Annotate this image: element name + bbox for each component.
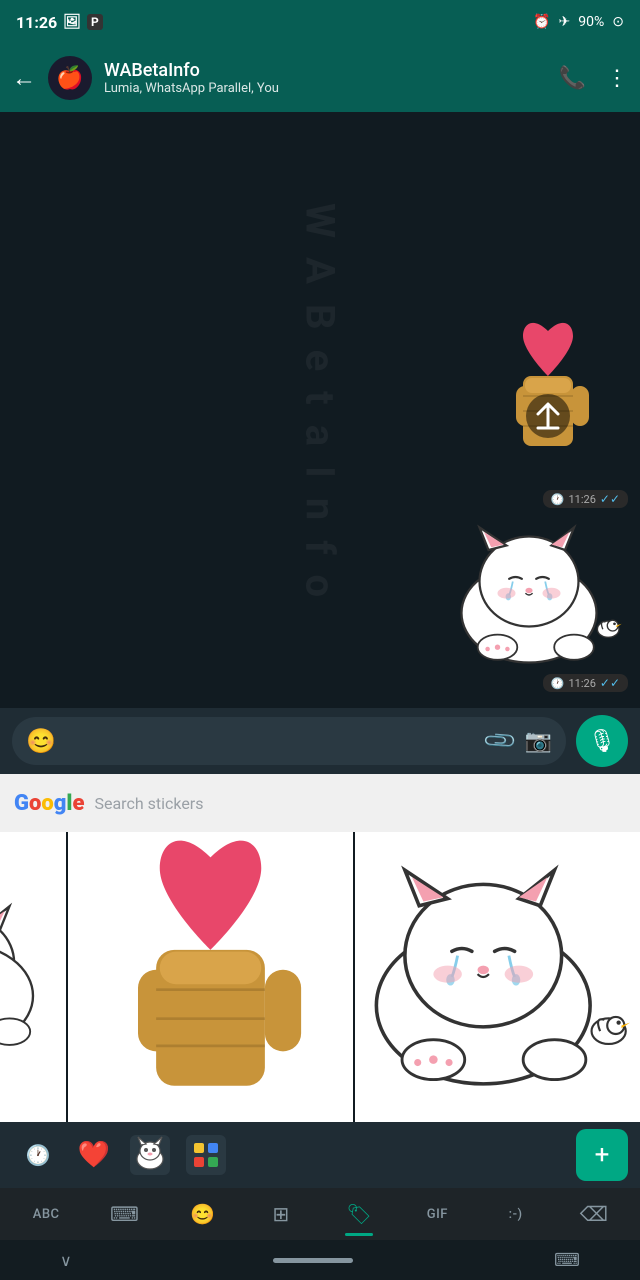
msg-time-1: 🕐 11:26 ✓✓: [543, 490, 628, 508]
contact-name: WABetaInfo: [104, 60, 547, 82]
home-indicator: [273, 1258, 353, 1263]
kb-sticker-button[interactable]: 🏷: [321, 1194, 397, 1234]
mic-button[interactable]: 🎙: [576, 715, 628, 767]
mic-icon: 🎙: [588, 729, 616, 754]
hearts-icon: ❤️: [78, 1140, 110, 1170]
sticker-tab-bar: 🕐 ❤️ +: [0, 1122, 640, 1188]
sticker-tab-cat[interactable]: [124, 1129, 176, 1181]
kb-emoji-button[interactable]: 😊: [165, 1194, 241, 1234]
msg-tick-1: ✓✓: [600, 492, 620, 506]
sticker-cat-crying-grid: [355, 832, 640, 1122]
avatar-icon: 🍎: [56, 66, 83, 91]
time-icon-1: 🕐: [551, 493, 565, 506]
camera-button[interactable]: 📷: [525, 729, 552, 754]
color-tab-icon: [186, 1135, 226, 1175]
call-add-button[interactable]: 📞: [559, 66, 586, 91]
battery-percent: 90%: [578, 14, 604, 30]
emoji-button[interactable]: 😊: [26, 727, 56, 755]
airplane-icon: ✈: [559, 14, 571, 30]
heart-hand-svg: [468, 316, 628, 486]
time-icon-2: 🕐: [551, 677, 565, 690]
camera-icon-status: ⊙: [612, 14, 624, 30]
sticker-tag-icon: 🏷: [346, 1202, 371, 1226]
attach-button[interactable]: 📎: [482, 722, 519, 759]
status-p-icon: P: [87, 14, 103, 30]
kb-backspace-button[interactable]: ⌫: [556, 1194, 632, 1234]
sticker-tab-hearts[interactable]: ❤️: [68, 1129, 120, 1181]
keyboard-toolbar: ABC ⌨ 😊 ⊞ 🏷 GIF :-) ⌫: [0, 1188, 640, 1240]
keyboard-layout-icon: ⌨: [110, 1202, 139, 1226]
sticker-partial-cat: [0, 832, 66, 1122]
message-input[interactable]: [66, 732, 477, 750]
kb-gif-button[interactable]: GIF: [399, 1194, 475, 1234]
sticker-col-3[interactable]: [355, 832, 640, 1122]
alarm-icon: ⏰: [533, 14, 550, 30]
contact-avatar[interactable]: 🍎: [48, 56, 92, 100]
cat-crying-svg: [448, 520, 628, 670]
menu-button[interactable]: ⋮: [606, 66, 628, 91]
status-bar: 11:26 🖼 P ⏰ ✈ 90% ⊙: [0, 0, 640, 44]
sticker-heart-hand-grid: [68, 832, 353, 1122]
chat-toolbar: ← 🍎 WABetaInfo Lumia, WhatsApp Parallel,…: [0, 44, 640, 112]
kb-abc-label: ABC: [33, 1207, 60, 1222]
msg-tick-2: ✓✓: [600, 676, 620, 690]
kb-layout-button[interactable]: ⌨: [86, 1194, 162, 1234]
sticker-heart-hand: [468, 316, 628, 486]
sticker-col-1[interactable]: [0, 832, 68, 1122]
kb-abc-button[interactable]: ABC: [8, 1194, 84, 1234]
google-logo: Google: [14, 791, 84, 816]
status-time-area: 11:26 🖼 P: [16, 13, 103, 32]
time-value-1: 11:26: [568, 493, 595, 506]
nav-keyboard-icon[interactable]: ⌨: [554, 1250, 580, 1271]
status-time: 11:26: [16, 13, 57, 32]
message-input-area: 😊 📎 📷 🎙: [0, 708, 640, 774]
sticker-col-2[interactable]: [68, 832, 355, 1122]
nav-chevron-down[interactable]: ∨: [60, 1251, 72, 1270]
status-right-area: ⏰ ✈ 90% ⊙: [533, 14, 624, 30]
emoji-tab-icon: 😊: [190, 1202, 215, 1226]
status-photo-icon: 🖼: [63, 14, 81, 30]
sticker-search-bar[interactable]: Google Search stickers: [0, 774, 640, 832]
kb-emoticon-label: :-): [509, 1207, 523, 1222]
backspace-icon: ⌫: [580, 1202, 608, 1226]
bottom-nav: ∨ ⌨: [0, 1240, 640, 1280]
messages-list: 🕐 11:26 ✓✓: [0, 308, 640, 700]
kb-gif-label: GIF: [427, 1207, 448, 1222]
sticker-pack-icon: ⊞: [272, 1202, 289, 1226]
add-sticker-button[interactable]: +: [576, 1129, 628, 1181]
contact-status: Lumia, WhatsApp Parallel, You: [104, 81, 547, 96]
sticker-cat: [448, 520, 628, 670]
cat-tab-icon: [130, 1135, 170, 1175]
sticker-tab-color[interactable]: [180, 1129, 232, 1181]
sticker-grid: [0, 832, 640, 1122]
back-button[interactable]: ←: [12, 64, 36, 93]
message-sticker-2: 🕐 11:26 ✓✓: [448, 520, 628, 692]
msg-time-2: 🕐 11:26 ✓✓: [543, 674, 628, 692]
chat-area: WABetaInfo: [0, 112, 640, 708]
time-value-2: 11:26: [568, 677, 595, 690]
recent-icon: 🕐: [26, 1143, 51, 1167]
kb-emoticon-button[interactable]: :-): [478, 1194, 554, 1234]
add-icon: +: [595, 1140, 610, 1170]
contact-info[interactable]: WABetaInfo Lumia, WhatsApp Parallel, You: [104, 60, 547, 97]
kb-sticker-pack-button[interactable]: ⊞: [243, 1194, 319, 1234]
message-sticker-1: 🕐 11:26 ✓✓: [468, 316, 628, 508]
sticker-search-placeholder: Search stickers: [94, 794, 626, 813]
sticker-tab-recent[interactable]: 🕐: [12, 1129, 64, 1181]
toolbar-actions: 📞 ⋮: [559, 66, 628, 91]
input-box[interactable]: 😊 📎 📷: [12, 717, 566, 765]
